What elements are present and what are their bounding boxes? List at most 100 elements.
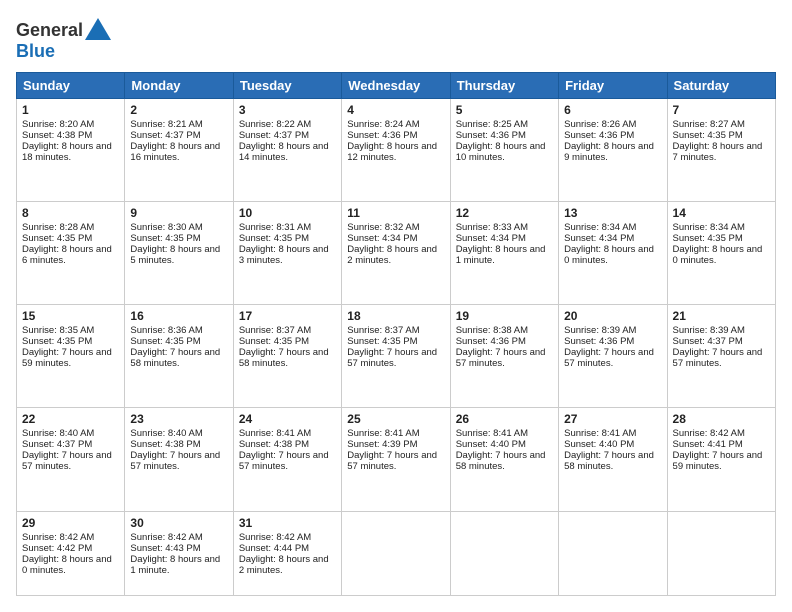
day-number: 31 (239, 516, 336, 530)
logo: General Blue (16, 16, 113, 62)
day-number: 7 (673, 103, 770, 117)
sunset-label: Sunset: 4:34 PM (456, 233, 526, 244)
sunrise-label: Sunrise: 8:34 AM (673, 222, 745, 233)
daylight-label: Daylight: 8 hours and 3 minutes. (239, 244, 329, 266)
calendar-table: SundayMondayTuesdayWednesdayThursdayFrid… (16, 72, 776, 596)
calendar-cell (559, 511, 667, 595)
daylight-label: Daylight: 7 hours and 57 minutes. (347, 347, 437, 369)
sunrise-label: Sunrise: 8:36 AM (130, 325, 202, 336)
sunrise-label: Sunrise: 8:24 AM (347, 119, 419, 130)
sunrise-label: Sunrise: 8:35 AM (22, 325, 94, 336)
sunset-label: Sunset: 4:44 PM (239, 543, 309, 554)
sunset-label: Sunset: 4:35 PM (130, 233, 200, 244)
daylight-label: Daylight: 7 hours and 57 minutes. (564, 347, 654, 369)
day-number: 15 (22, 309, 119, 323)
day-number: 13 (564, 206, 661, 220)
calendar-cell: 21Sunrise: 8:39 AMSunset: 4:37 PMDayligh… (667, 305, 775, 408)
day-number: 4 (347, 103, 444, 117)
daylight-label: Daylight: 8 hours and 14 minutes. (239, 141, 329, 163)
calendar-cell: 30Sunrise: 8:42 AMSunset: 4:43 PMDayligh… (125, 511, 233, 595)
sunrise-label: Sunrise: 8:30 AM (130, 222, 202, 233)
daylight-label: Daylight: 8 hours and 1 minute. (130, 554, 220, 576)
daylight-label: Daylight: 7 hours and 58 minutes. (130, 347, 220, 369)
daylight-label: Daylight: 8 hours and 0 minutes. (22, 554, 112, 576)
daylight-label: Daylight: 8 hours and 0 minutes. (564, 244, 654, 266)
sunset-label: Sunset: 4:35 PM (130, 336, 200, 347)
calendar-cell: 29Sunrise: 8:42 AMSunset: 4:42 PMDayligh… (17, 511, 125, 595)
week-row-2: 8Sunrise: 8:28 AMSunset: 4:35 PMDaylight… (17, 201, 776, 304)
sunrise-label: Sunrise: 8:22 AM (239, 119, 311, 130)
sunrise-label: Sunrise: 8:33 AM (456, 222, 528, 233)
sunrise-label: Sunrise: 8:42 AM (22, 532, 94, 543)
sunrise-label: Sunrise: 8:31 AM (239, 222, 311, 233)
week-row-3: 15Sunrise: 8:35 AMSunset: 4:35 PMDayligh… (17, 305, 776, 408)
calendar-cell: 24Sunrise: 8:41 AMSunset: 4:38 PMDayligh… (233, 408, 341, 511)
weekday-header-saturday: Saturday (667, 72, 775, 98)
day-number: 6 (564, 103, 661, 117)
sunset-label: Sunset: 4:37 PM (22, 439, 92, 450)
weekday-header-sunday: Sunday (17, 72, 125, 98)
daylight-label: Daylight: 8 hours and 2 minutes. (347, 244, 437, 266)
day-number: 8 (22, 206, 119, 220)
logo-blue: Blue (16, 42, 113, 62)
week-row-5: 29Sunrise: 8:42 AMSunset: 4:42 PMDayligh… (17, 511, 776, 595)
weekday-header-row: SundayMondayTuesdayWednesdayThursdayFrid… (17, 72, 776, 98)
sunrise-label: Sunrise: 8:39 AM (564, 325, 636, 336)
sunset-label: Sunset: 4:36 PM (347, 130, 417, 141)
day-number: 12 (456, 206, 553, 220)
sunset-label: Sunset: 4:35 PM (347, 336, 417, 347)
sunset-label: Sunset: 4:40 PM (456, 439, 526, 450)
daylight-label: Daylight: 7 hours and 57 minutes. (673, 347, 763, 369)
calendar-cell: 22Sunrise: 8:40 AMSunset: 4:37 PMDayligh… (17, 408, 125, 511)
sunset-label: Sunset: 4:35 PM (239, 336, 309, 347)
day-number: 5 (456, 103, 553, 117)
day-number: 14 (673, 206, 770, 220)
daylight-label: Daylight: 8 hours and 18 minutes. (22, 141, 112, 163)
sunset-label: Sunset: 4:38 PM (239, 439, 309, 450)
sunset-label: Sunset: 4:35 PM (673, 130, 743, 141)
daylight-label: Daylight: 8 hours and 9 minutes. (564, 141, 654, 163)
sunrise-label: Sunrise: 8:41 AM (564, 428, 636, 439)
calendar-cell: 1Sunrise: 8:20 AMSunset: 4:38 PMDaylight… (17, 98, 125, 201)
sunset-label: Sunset: 4:37 PM (130, 130, 200, 141)
daylight-label: Daylight: 8 hours and 10 minutes. (456, 141, 546, 163)
sunrise-label: Sunrise: 8:27 AM (673, 119, 745, 130)
day-number: 10 (239, 206, 336, 220)
day-number: 28 (673, 412, 770, 426)
sunset-label: Sunset: 4:34 PM (564, 233, 634, 244)
calendar-cell: 6Sunrise: 8:26 AMSunset: 4:36 PMDaylight… (559, 98, 667, 201)
calendar-cell: 12 Sunrise: 8:33 AMSunset: 4:34 PMDayligh… (450, 201, 558, 304)
sunset-label: Sunset: 4:36 PM (564, 336, 634, 347)
daylight-label: Daylight: 8 hours and 16 minutes. (130, 141, 220, 163)
calendar-cell: 7 Sunrise: 8:27 AMSunset: 4:35 PMDaylight… (667, 98, 775, 201)
calendar-cell: 10Sunrise: 8:31 AMSunset: 4:35 PMDayligh… (233, 201, 341, 304)
calendar-cell: 2Sunrise: 8:21 AMSunset: 4:37 PMDaylight… (125, 98, 233, 201)
daylight-label: Daylight: 7 hours and 57 minutes. (130, 450, 220, 472)
day-number: 22 (22, 412, 119, 426)
daylight-label: Daylight: 8 hours and 7 minutes. (673, 141, 763, 163)
day-number: 17 (239, 309, 336, 323)
day-number: 9 (130, 206, 227, 220)
day-number: 25 (347, 412, 444, 426)
day-number: 19 (456, 309, 553, 323)
day-number: 27 (564, 412, 661, 426)
sunrise-label: Sunrise: 8:42 AM (239, 532, 311, 543)
calendar-cell: 20Sunrise: 8:39 AMSunset: 4:36 PMDayligh… (559, 305, 667, 408)
calendar-cell: 9Sunrise: 8:30 AMSunset: 4:35 PMDaylight… (125, 201, 233, 304)
day-number: 11 (347, 206, 444, 220)
sunset-label: Sunset: 4:38 PM (22, 130, 92, 141)
weekday-header-thursday: Thursday (450, 72, 558, 98)
sunrise-label: Sunrise: 8:40 AM (130, 428, 202, 439)
daylight-label: Daylight: 8 hours and 1 minute. (456, 244, 546, 266)
sunrise-label: Sunrise: 8:32 AM (347, 222, 419, 233)
sunrise-label: Sunrise: 8:42 AM (673, 428, 745, 439)
daylight-label: Daylight: 7 hours and 59 minutes. (673, 450, 763, 472)
sunset-label: Sunset: 4:34 PM (347, 233, 417, 244)
sunset-label: Sunset: 4:36 PM (456, 130, 526, 141)
calendar-cell: 3Sunrise: 8:22 AMSunset: 4:37 PMDaylight… (233, 98, 341, 201)
day-number: 30 (130, 516, 227, 530)
sunrise-label: Sunrise: 8:26 AM (564, 119, 636, 130)
calendar-cell: 5Sunrise: 8:25 AMSunset: 4:36 PMDaylight… (450, 98, 558, 201)
sunset-label: Sunset: 4:36 PM (456, 336, 526, 347)
calendar-cell: 16Sunrise: 8:36 AMSunset: 4:35 PMDayligh… (125, 305, 233, 408)
